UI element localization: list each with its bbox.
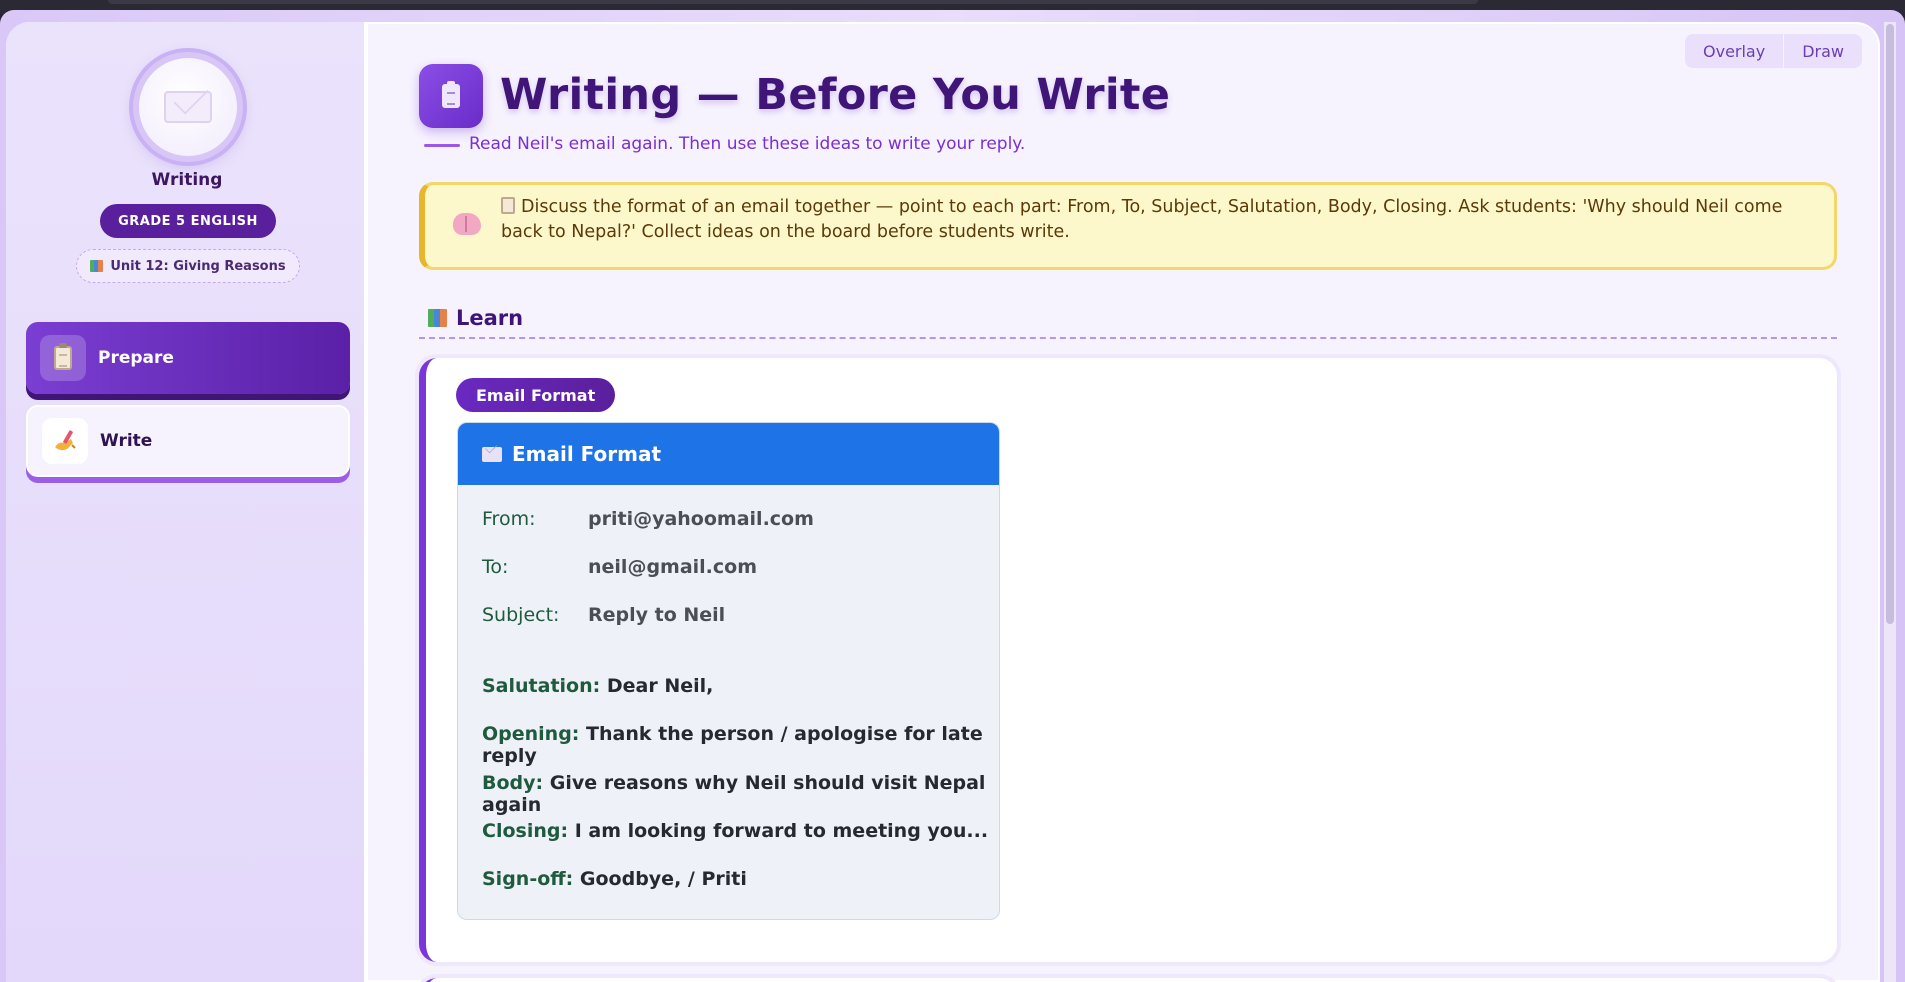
subtitle-accent [424, 144, 460, 147]
grade-badge: GRADE 5 ENGLISH [100, 204, 276, 238]
section-label: Learn [456, 306, 524, 330]
part-label: Closing: [482, 820, 569, 842]
url-bar[interactable] [108, 0, 1478, 4]
part-label: Opening: [482, 723, 580, 745]
sidebar-title: Writing [151, 170, 223, 190]
field-label: From: [482, 508, 536, 530]
email-part-salutation: Salutation: Dear Neil, [482, 675, 713, 697]
part-value: Dear Neil, [606, 675, 714, 697]
clipboard-icon [419, 64, 483, 128]
app-window: Writing GRADE 5 ENGLISH Unit 12: Giving … [6, 22, 1880, 982]
part-label: Body: [482, 772, 544, 794]
draw-button[interactable]: Draw [1783, 34, 1862, 68]
books-icon [90, 260, 104, 272]
email-subject-row: Subject: Reply to Neil [482, 604, 725, 626]
sidebar-item-prepare[interactable]: Prepare [26, 322, 350, 394]
overlay-button[interactable]: Overlay [1685, 34, 1784, 68]
scrollbar[interactable] [1884, 22, 1896, 982]
part-value: Give reasons why Neil should visit Nepal… [482, 772, 986, 816]
email-part-body: Body: Give reasons why Neil should visit… [482, 772, 999, 816]
sidebar-item-label: Write [100, 431, 153, 451]
section-divider [419, 337, 1837, 339]
section-heading: Learn [428, 306, 523, 330]
page-title: Writing — Before You Write [500, 70, 1171, 120]
field-value: neil@gmail.com [588, 556, 758, 578]
email-part-closing: Closing: I am looking forward to meeting… [482, 820, 988, 842]
part-label: Sign-off: [482, 868, 574, 890]
page-subtitle: Read Neil's email again. Then use these … [469, 134, 1026, 154]
email-header: Email Format [458, 423, 999, 485]
email-from-row: From: priti@yahoomail.com [482, 508, 814, 530]
sidebar-item-label: Prepare [98, 348, 174, 368]
email-part-opening: Opening: Thank the person / apologise fo… [482, 723, 999, 767]
email-title: Email Format [512, 442, 662, 466]
next-card-peek [419, 978, 1837, 982]
envelope-icon [164, 91, 212, 123]
scrollbar-thumb[interactable] [1886, 24, 1894, 624]
field-label: To: [482, 556, 509, 578]
sidebar-item-write[interactable]: Write [26, 405, 350, 477]
field-value: Reply to Neil [588, 604, 726, 626]
teacher-note: Discuss the format of an email together … [419, 182, 1837, 270]
unit-badge: Unit 12: Giving Reasons [76, 249, 300, 283]
mail-icon [482, 446, 502, 462]
part-value: I am looking forward to meeting you... [574, 820, 989, 842]
brain-icon [453, 213, 481, 235]
email-format-box: Email Format From: priti@yahoomail.com T… [457, 422, 1000, 920]
learn-card: Email Format Email Format From: priti@ya… [419, 358, 1837, 962]
unit-label: Unit 12: Giving Reasons [110, 258, 286, 274]
email-part-signoff: Sign-off: Goodbye, / Priti [482, 868, 747, 890]
part-value: Goodbye, / Priti [579, 868, 747, 890]
card-badge: Email Format [456, 378, 616, 412]
writing-hand-icon [42, 418, 88, 464]
email-to-row: To: neil@gmail.com [482, 556, 757, 578]
books-icon [428, 309, 448, 327]
sidebar: Writing GRADE 5 ENGLISH Unit 12: Giving … [6, 22, 368, 982]
top-toolbar: Overlay Draw [1685, 34, 1862, 68]
teacher-note-text: Discuss the format of an email together … [501, 197, 1783, 242]
clipboard-icon [501, 197, 515, 214]
avatar [139, 58, 237, 156]
part-label: Salutation: [482, 675, 601, 697]
field-value: priti@yahoomail.com [588, 508, 814, 530]
lesson-avatar [133, 52, 243, 162]
clipboard-icon [40, 335, 86, 381]
field-label: Subject: [482, 604, 560, 626]
